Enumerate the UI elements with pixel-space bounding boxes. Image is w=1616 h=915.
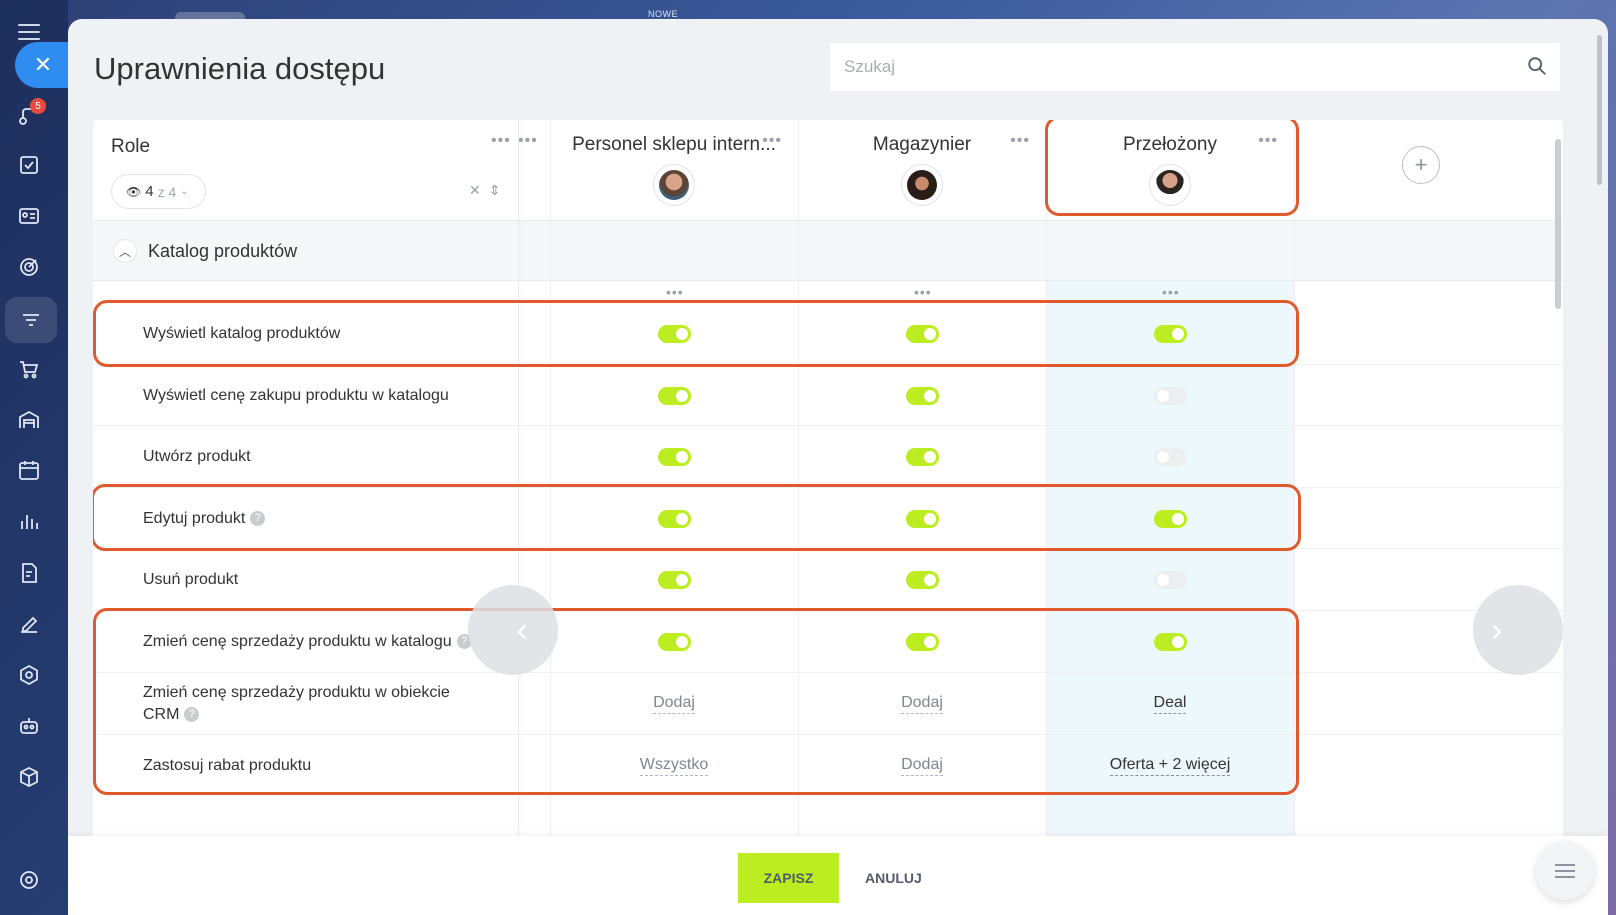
annotation-frame-rows: [93, 608, 1299, 795]
sidebar-contacts-icon[interactable]: [14, 201, 44, 231]
role-column-personel: Personel sklepu intern... •••: [550, 120, 798, 221]
hidden-column-more-icon[interactable]: •••: [518, 132, 538, 150]
role-more-icon[interactable]: •••: [1010, 132, 1030, 150]
sidebar-settings-icon[interactable]: [14, 865, 44, 895]
search-box[interactable]: [830, 43, 1560, 91]
sidebar-target-icon[interactable]: [14, 252, 44, 282]
sidebar-analytics-icon[interactable]: [14, 506, 44, 536]
column-more-icon[interactable]: •••: [666, 284, 684, 300]
page-scrollbar[interactable]: [1597, 35, 1602, 185]
sidebar-sign-icon[interactable]: [14, 609, 44, 639]
permission-toggle[interactable]: [1153, 448, 1187, 466]
page-title: Uprawnienia dostępu: [94, 51, 386, 86]
permission-label: Utwórz produkt: [143, 448, 251, 465]
cancel-button[interactable]: ANULUJ: [855, 853, 932, 903]
footer-bar: ZAPISZ ANULUJ: [68, 836, 1608, 915]
sidebar-robot-icon[interactable]: [14, 711, 44, 741]
search-icon[interactable]: [1526, 55, 1548, 77]
permission-toggle[interactable]: [905, 448, 939, 466]
annotation-frame-column: [1045, 120, 1299, 216]
permission-label: Wyświetl cenę zakupu produktu w katalogu: [143, 387, 449, 404]
visible-roles-counter[interactable]: 👁 4 z 4 ⌄: [111, 174, 206, 209]
sidebar-shop-icon[interactable]: [14, 354, 44, 384]
grid-header: Role ••• 👁 4 z 4 ⌄ ✕ ⇕ ••• Personel skle…: [93, 120, 1563, 221]
annotation-frame-row: [93, 484, 1301, 551]
woman-avatar: [901, 164, 943, 206]
role-name: Magazynier: [872, 134, 972, 155]
permission-toggle[interactable]: [905, 386, 939, 405]
role-name: Personel sklepu intern...: [572, 134, 776, 155]
add-role-button[interactable]: +: [1402, 146, 1440, 184]
scroll-left-arrow-icon[interactable]: ‹: [468, 585, 558, 675]
permission-row: Wyświetl cenę zakupu produktu w katalogu: [93, 365, 1563, 426]
permission-toggle[interactable]: [905, 571, 939, 589]
permission-toggle[interactable]: [657, 448, 691, 466]
permission-toggle[interactable]: [657, 386, 691, 405]
man-avatar: [653, 164, 695, 206]
access-permissions-panel: Uprawnienia dostępu Role ••• 👁 4 z 4 ⌄ ✕…: [68, 19, 1608, 915]
section-title: Katalog produktów: [148, 241, 298, 261]
sidebar-crm-icon[interactable]: [5, 297, 57, 343]
column-more-icon[interactable]: •••: [1162, 284, 1180, 300]
permissions-grid: Role ••• 👁 4 z 4 ⌄ ✕ ⇕ ••• Personel skle…: [93, 120, 1563, 855]
role-more-icon[interactable]: •••: [762, 132, 782, 150]
sidebar-warehouse-icon[interactable]: [14, 405, 44, 435]
eye-icon: 👁: [126, 184, 142, 199]
app-sidebar: 5: [0, 0, 68, 915]
expand-all-icon[interactable]: ⇕: [489, 182, 501, 199]
collapse-all-icon[interactable]: ✕: [469, 182, 481, 199]
role-column-magazynier: Magazynier •••: [798, 120, 1046, 221]
sidebar-calendar-icon[interactable]: [14, 455, 44, 485]
sidebar-hex-icon[interactable]: [14, 660, 44, 690]
permission-toggle[interactable]: [1153, 386, 1187, 405]
section-header[interactable]: ︿ Katalog produktów: [93, 221, 1563, 281]
roles-label: Role: [111, 136, 151, 157]
permission-toggle[interactable]: [657, 571, 691, 589]
visible-count: 4: [145, 183, 154, 200]
scroll-right-arrow-icon[interactable]: ›: [1473, 585, 1563, 675]
annotation-frame-row: [93, 300, 1299, 367]
chevron-down-icon: ⌄: [180, 186, 189, 197]
sidebar-cube-icon[interactable]: [14, 762, 44, 792]
grid-scrollbar[interactable]: [1555, 139, 1561, 309]
notification-badge: 5: [30, 98, 46, 114]
search-input[interactable]: [844, 57, 1504, 77]
new-label: NOWE: [648, 9, 678, 19]
list-icon: [1555, 864, 1575, 878]
save-button[interactable]: ZAPISZ: [738, 853, 839, 903]
sidebar-documents-icon[interactable]: [14, 558, 44, 588]
list-menu-button[interactable]: [1536, 842, 1594, 900]
sidebar-tasks-icon[interactable]: [14, 150, 44, 180]
chevron-up-icon[interactable]: ︿: [113, 239, 137, 263]
total-count: z 4: [157, 183, 177, 200]
permission-row: Usuń produkt: [93, 549, 1563, 611]
roles-more-icon[interactable]: •••: [491, 132, 511, 150]
permission-row: Utwórz produkt: [93, 426, 1563, 488]
column-more-icon[interactable]: •••: [914, 284, 932, 300]
permission-label: Usuń produkt: [143, 571, 239, 588]
permission-toggle[interactable]: [1153, 571, 1187, 589]
collapse-controls[interactable]: ✕ ⇕: [469, 182, 500, 199]
close-icon[interactable]: ✕: [15, 42, 71, 88]
